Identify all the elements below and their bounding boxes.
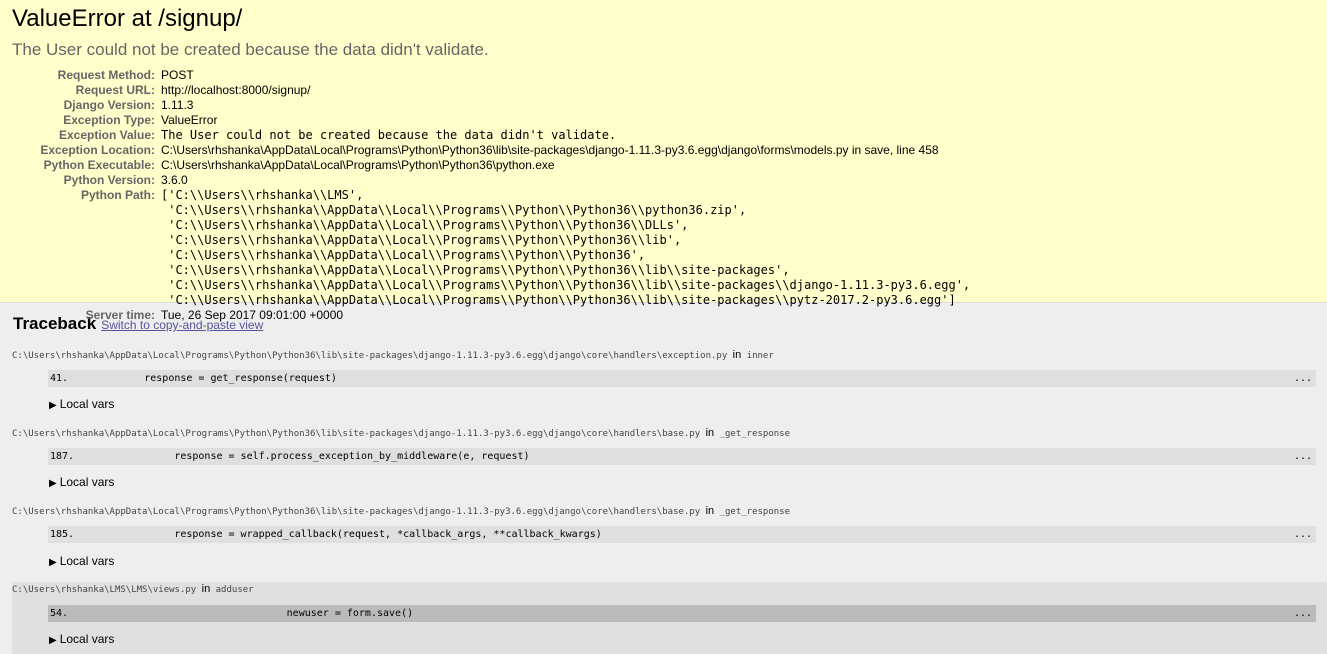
meta-value: 1.11.3 <box>161 98 194 112</box>
line-number: 187. <box>50 451 75 462</box>
traceback-section: Traceback Switch to copy-and-paste view … <box>0 303 1327 654</box>
request-meta-table: Request Method: POST Request URL: http://l… <box>12 68 970 323</box>
local-vars-label: Local vars <box>59 632 115 646</box>
meta-label: Django Version: <box>63 98 155 112</box>
meta-label: Request URL: <box>75 83 155 97</box>
meta-value: POST <box>161 68 194 82</box>
local-vars-label: Local vars <box>59 397 115 411</box>
meta-label: Python Path: <box>81 188 155 202</box>
meta-row-exception-value: Exception Value: The User could not be cr… <box>12 128 970 143</box>
meta-row-request-url: Request URL: http://localhost:8000/signup… <box>12 83 970 98</box>
code-text: response = wrapped_callback(request, *ca… <box>78 529 602 540</box>
frame-file-path: C:\Users\rhshanka\AppData\Local\Programs… <box>12 507 701 517</box>
meta-row-django-version: Django Version: 1.11.3 <box>12 98 970 113</box>
expand-triangle-icon: ▶ <box>49 478 57 489</box>
meta-label: Exception Location: <box>40 143 155 157</box>
local-vars-toggle[interactable]: ▶ Local vars <box>49 554 1327 570</box>
meta-value: The User could not be created because th… <box>161 128 617 142</box>
code-context-line[interactable]: 41. response = get_response(request) ... <box>48 370 1316 387</box>
expand-triangle-icon: ▶ <box>49 557 57 568</box>
traceback-frame: C:\Users\rhshanka\AppData\Local\Programs… <box>0 504 1327 570</box>
meta-label: Exception Value: <box>58 128 155 142</box>
page-title: ValueError at /signup/ <box>12 5 243 32</box>
meta-value: C:\Users\rhshanka\AppData\Local\Programs… <box>161 158 555 172</box>
meta-row-request-method: Request Method: POST <box>12 68 970 83</box>
meta-value: http://localhost:8000/signup/ <box>161 83 311 97</box>
line-number: 54. <box>50 608 69 619</box>
expand-context-button[interactable]: ... <box>1294 605 1312 622</box>
frame-function: inner <box>746 351 774 361</box>
local-vars-label: Local vars <box>59 475 115 489</box>
frame-file-path: C:\Users\rhshanka\AppData\Local\Programs… <box>12 351 728 361</box>
meta-row-server-time: Server time: Tue, 26 Sep 2017 09:01:00 +0… <box>12 308 970 323</box>
frame-location: C:\Users\rhshanka\AppData\Local\Programs… <box>0 426 1327 441</box>
meta-value: C:\Users\rhshanka\AppData\Local\Programs… <box>161 143 939 157</box>
meta-row-python-executable: Python Executable: C:\Users\rhshanka\AppD… <box>12 158 970 173</box>
frame-file-path: C:\Users\rhshanka\LMS\LMS\views.py <box>12 585 197 595</box>
frame-location: C:\Users\rhshanka\LMS\LMS\views.py in ad… <box>12 582 1327 597</box>
meta-label: Server time: <box>85 308 155 322</box>
local-vars-toggle[interactable]: ▶ Local vars <box>49 632 1327 648</box>
meta-label: Python Version: <box>63 173 155 187</box>
meta-row-python-path: Python Path: ['C:\\Users\\rhshanka\\LMS',… <box>12 188 970 308</box>
expand-triangle-icon: ▶ <box>49 635 57 646</box>
exception-message: The User could not be created because th… <box>12 40 489 59</box>
frame-function: _get_response <box>719 429 791 439</box>
code-text: newuser = form.save() <box>94 608 414 619</box>
in-word: in <box>705 427 715 439</box>
in-word: in <box>201 583 211 595</box>
traceback-frame-user-code: C:\Users\rhshanka\LMS\LMS\views.py in ad… <box>12 582 1327 654</box>
line-number: 185. <box>50 529 75 540</box>
in-word: in <box>705 505 715 517</box>
code-text: response = get_response(request) <box>72 373 337 384</box>
local-vars-toggle[interactable]: ▶ Local vars <box>49 397 1327 413</box>
traceback-frame: C:\Users\rhshanka\AppData\Local\Programs… <box>0 426 1327 491</box>
frame-function: adduser <box>215 585 254 595</box>
frame-function: _get_response <box>719 507 791 517</box>
local-vars-label: Local vars <box>59 554 115 568</box>
meta-value: ['C:\\Users\\rhshanka\\LMS', 'C:\\Users\… <box>161 188 971 307</box>
expand-triangle-icon: ▶ <box>49 400 57 411</box>
expand-context-button[interactable]: ... <box>1294 448 1312 465</box>
code-context-line[interactable]: 187. response = self.process_exception_b… <box>48 448 1316 465</box>
in-word: in <box>732 349 742 361</box>
meta-label: Request Method: <box>57 68 155 82</box>
expand-context-button[interactable]: ... <box>1294 370 1312 387</box>
frame-location: C:\Users\rhshanka\AppData\Local\Programs… <box>0 504 1327 519</box>
code-text: response = self.process_exception_by_mid… <box>78 451 530 462</box>
frame-file-path: C:\Users\rhshanka\AppData\Local\Programs… <box>12 429 701 439</box>
code-context-line[interactable]: 185. response = wrapped_callback(request… <box>48 526 1316 543</box>
meta-value: ValueError <box>161 113 218 127</box>
error-summary: ValueError at /signup/ The User could no… <box>0 0 1327 322</box>
expand-context-button[interactable]: ... <box>1294 526 1312 543</box>
traceback-frame: C:\Users\rhshanka\AppData\Local\Programs… <box>0 348 1327 413</box>
meta-value: Tue, 26 Sep 2017 09:01:00 +0000 <box>161 308 344 322</box>
frame-location: C:\Users\rhshanka\AppData\Local\Programs… <box>0 348 1327 363</box>
meta-row-exception-location: Exception Location: C:\Users\rhshanka\App… <box>12 143 970 158</box>
meta-row-exception-type: Exception Type: ValueError <box>12 113 970 128</box>
code-context-line[interactable]: 54. newuser = form.save() ... <box>48 605 1316 622</box>
local-vars-toggle[interactable]: ▶ Local vars <box>49 475 1327 491</box>
line-number: 41. <box>50 373 69 384</box>
meta-row-python-version: Python Version: 3.6.0 <box>12 173 970 188</box>
meta-label: Python Executable: <box>43 158 155 172</box>
meta-value: 3.6.0 <box>161 173 188 187</box>
meta-label: Exception Type: <box>63 113 155 127</box>
